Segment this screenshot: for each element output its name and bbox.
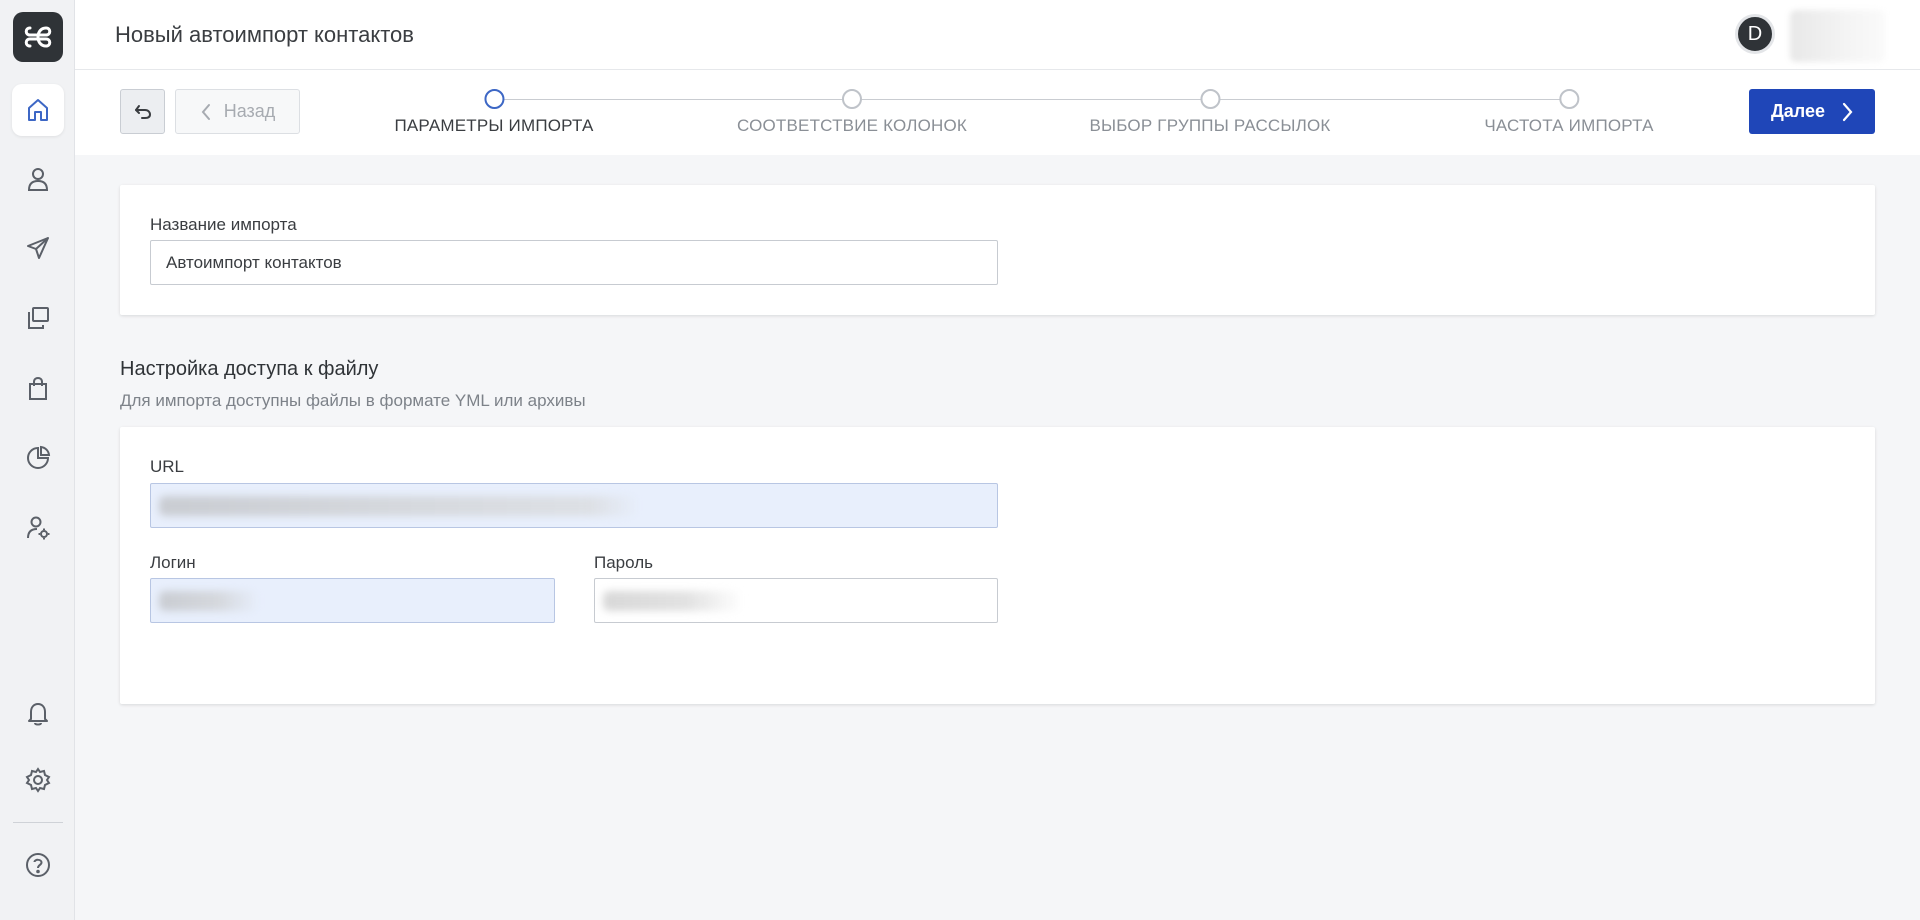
sidebar-item-shop[interactable]	[12, 362, 64, 414]
login-input[interactable]	[150, 578, 555, 623]
chevron-right-icon	[1842, 102, 1853, 121]
sidebar-item-analytics[interactable]	[12, 432, 64, 484]
step-dot	[1199, 89, 1220, 109]
steps-connector	[494, 99, 1569, 100]
file-access-title: Настройка доступа к файлу	[120, 358, 379, 380]
step-label: ЧАСТОТА ИМПОРТА	[1484, 116, 1654, 135]
file-access-description: Для импорта доступны файлы в формате YML…	[120, 391, 586, 410]
sidebar	[0, 0, 75, 920]
step-dot	[484, 89, 504, 109]
sidebar-item-campaigns[interactable]	[12, 222, 64, 274]
import-name-value: Автоимпорт контактов	[166, 252, 342, 272]
password-input[interactable]	[594, 578, 998, 623]
step-import-frequency[interactable]: ЧАСТОТА ИМПОРТА	[1484, 89, 1653, 136]
templates-icon	[28, 307, 49, 329]
sidebar-item-settings[interactable]	[12, 754, 64, 806]
help-icon	[26, 853, 50, 877]
notifications-icon	[28, 703, 48, 726]
login-value-blurred	[159, 591, 259, 611]
step-dot	[841, 89, 862, 109]
sidebar-item-contacts[interactable]	[12, 153, 64, 205]
undo-button[interactable]	[120, 89, 165, 134]
url-input[interactable]	[150, 483, 998, 528]
login-label: Логин	[150, 553, 196, 572]
import-name-label: Название импорта	[150, 215, 297, 234]
logo-icon	[24, 26, 52, 48]
step-column-mapping[interactable]: СООТВЕТСТВИЕ КОЛОНОК	[737, 89, 967, 136]
avatar-letter: D	[1747, 22, 1763, 45]
user-name-blurred[interactable]	[1790, 10, 1885, 62]
password-label: Пароль	[594, 553, 653, 572]
sidebar-item-home[interactable]	[12, 84, 64, 136]
contacts-icon	[27, 168, 49, 191]
shop-icon	[29, 376, 47, 400]
next-button[interactable]: Далее	[1749, 89, 1875, 134]
file-access-card: URL Логин Пароль	[120, 427, 1875, 704]
step-import-params[interactable]: ПАРАМЕТРЫ ИМПОРТА	[394, 89, 593, 136]
step-label: ВЫБОР ГРУППЫ РАССЫЛОК	[1089, 116, 1331, 135]
step-dot	[1558, 89, 1579, 109]
url-label: URL	[150, 457, 185, 476]
back-button[interactable]: Назад	[175, 89, 300, 134]
sidebar-item-user-settings[interactable]	[12, 502, 64, 554]
sidebar-item-templates[interactable]	[12, 292, 64, 344]
sidebar-divider	[13, 822, 63, 823]
import-name-card: Название импорта Автоимпорт контактов	[120, 185, 1875, 315]
home-icon	[28, 99, 48, 121]
analytics-icon	[27, 445, 51, 469]
chevron-left-icon	[201, 103, 210, 120]
password-value-blurred	[603, 591, 743, 611]
page-title: Новый автоимпорт контактов	[115, 22, 414, 47]
step-label: ПАРАМЕТРЫ ИМПОРТА	[394, 116, 594, 135]
url-value-blurred	[159, 496, 639, 516]
next-button-label: Далее	[1770, 101, 1826, 121]
send-icon	[27, 237, 49, 259]
user-settings-icon	[27, 516, 50, 540]
avatar[interactable]: D	[1735, 14, 1775, 54]
app-logo[interactable]	[13, 12, 63, 62]
sidebar-item-notifications[interactable]	[12, 687, 64, 739]
wizard-bar: Назад ПАРАМЕТРЫ ИМПОРТА СООТВЕТСТВИЕ КОЛ…	[75, 70, 1920, 155]
step-label: СООТВЕТСТВИЕ КОЛОНОК	[736, 116, 968, 135]
back-button-label: Назад	[223, 101, 276, 121]
sidebar-item-help[interactable]	[12, 839, 64, 891]
step-mailing-group[interactable]: ВЫБОР ГРУППЫ РАССЫЛОК	[1089, 89, 1330, 136]
import-name-input[interactable]: Автоимпорт контактов	[150, 240, 998, 285]
settings-icon	[25, 767, 51, 793]
top-header: Новый автоимпорт контактов D	[75, 0, 1920, 70]
undo-icon	[134, 104, 151, 119]
